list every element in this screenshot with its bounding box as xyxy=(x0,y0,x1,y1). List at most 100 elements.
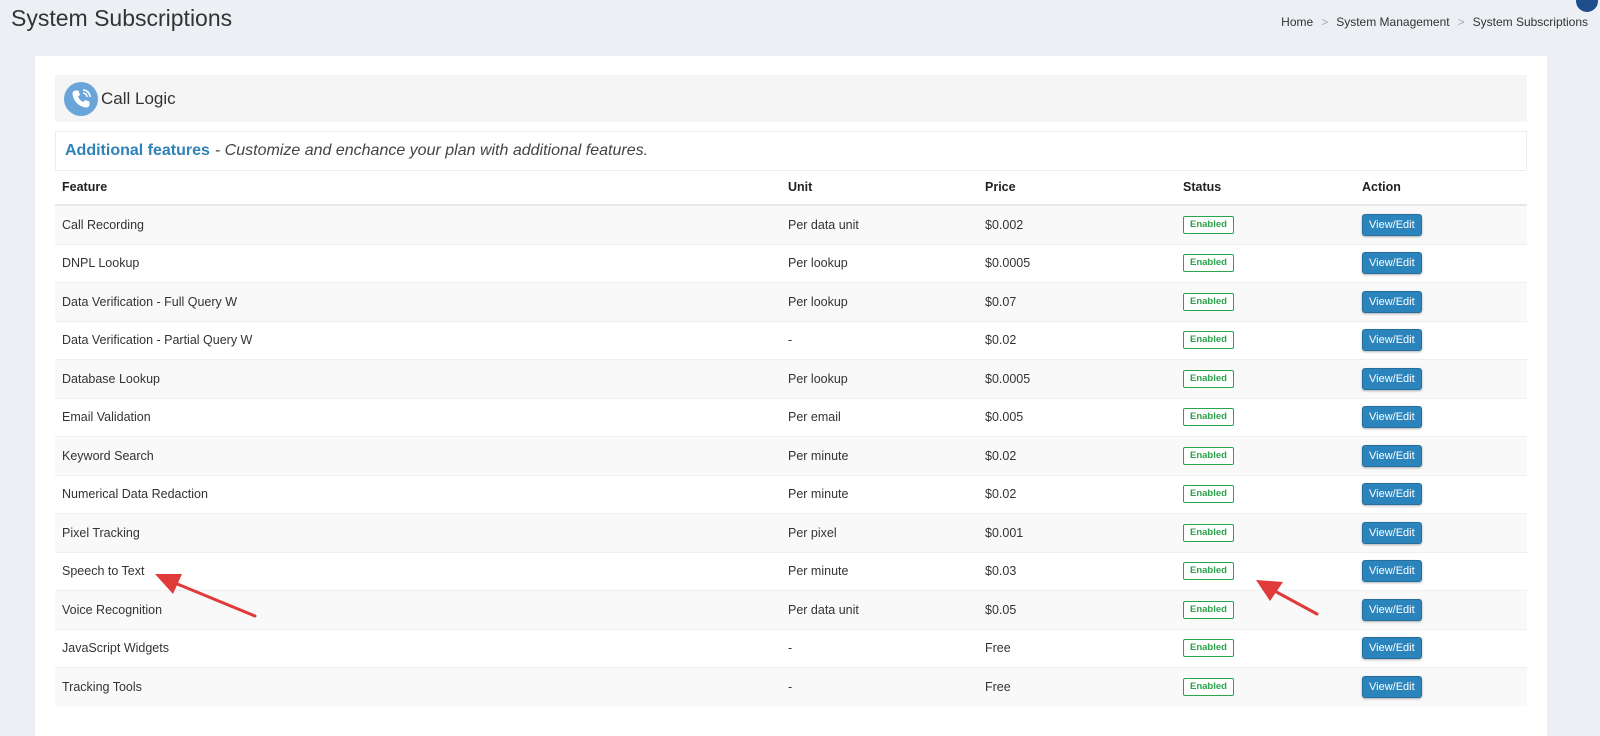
table-row: Pixel Tracking Per pixel $0.001 Enabled … xyxy=(55,513,1527,552)
column-header-feature: Feature xyxy=(55,170,781,206)
feature-price: Free xyxy=(978,667,1176,706)
subscriptions-panel: Call Logic Additional features - Customi… xyxy=(35,56,1547,736)
breadcrumb-current: System Subscriptions xyxy=(1472,15,1588,29)
table-header-row: Feature Unit Price Status Action xyxy=(55,170,1527,206)
breadcrumb-separator: > xyxy=(1321,15,1329,29)
product-header: Call Logic xyxy=(55,75,1527,122)
feature-name: Tracking Tools xyxy=(55,667,781,706)
column-header-unit: Unit xyxy=(781,170,978,206)
view-edit-button[interactable]: View/Edit xyxy=(1362,444,1422,467)
table-row: JavaScript Widgets - Free Enabled View/E… xyxy=(55,628,1527,668)
view-edit-button[interactable]: View/Edit xyxy=(1362,483,1422,506)
page-title: System Subscriptions xyxy=(11,5,233,31)
feature-price: $0.005 xyxy=(978,397,1176,437)
feature-name: Keyword Search xyxy=(55,436,781,475)
breadcrumb-home[interactable]: Home xyxy=(1281,15,1313,29)
feature-price: $0.03 xyxy=(978,551,1176,591)
view-edit-button[interactable]: View/Edit xyxy=(1362,406,1422,429)
feature-unit: Per lookup xyxy=(781,243,978,283)
status-badge: Enabled xyxy=(1183,408,1234,427)
breadcrumb: Home > System Management > System Subscr… xyxy=(1281,15,1588,29)
view-edit-button[interactable]: View/Edit xyxy=(1362,252,1422,275)
feature-price: $0.02 xyxy=(978,320,1176,360)
breadcrumb-system-management[interactable]: System Management xyxy=(1336,15,1449,29)
feature-unit: Per minute xyxy=(781,436,978,475)
feature-name: Numerical Data Redaction xyxy=(55,474,781,514)
table-row: DNPL Lookup Per lookup $0.0005 Enabled V… xyxy=(55,243,1527,283)
features-section-header: Additional features - Customize and ench… xyxy=(55,131,1527,171)
features-description: - Customize and enchance your plan with … xyxy=(214,142,649,159)
feature-name: JavaScript Widgets xyxy=(55,628,781,668)
status-badge: Enabled xyxy=(1183,215,1234,234)
breadcrumb-separator: > xyxy=(1457,15,1465,29)
view-edit-button[interactable]: View/Edit xyxy=(1362,521,1422,544)
view-edit-button[interactable]: View/Edit xyxy=(1362,213,1422,236)
view-edit-button[interactable]: View/Edit xyxy=(1362,560,1422,583)
column-header-action: Action xyxy=(1355,170,1527,206)
view-edit-button[interactable]: View/Edit xyxy=(1362,598,1422,621)
feature-unit: Per email xyxy=(781,397,978,437)
status-badge: Enabled xyxy=(1183,331,1234,350)
feature-price: Free xyxy=(978,628,1176,668)
feature-unit: Per lookup xyxy=(781,359,978,398)
table-row: Email Validation Per email $0.005 Enable… xyxy=(55,397,1527,437)
feature-name: Call Recording xyxy=(55,204,781,244)
feature-name: Data Verification - Full Query W xyxy=(55,282,781,321)
table-row: Speech to Text Per minute $0.03 Enabled … xyxy=(55,551,1527,591)
status-badge: Enabled xyxy=(1183,639,1234,658)
feature-unit: Per minute xyxy=(781,474,978,514)
status-badge: Enabled xyxy=(1183,369,1234,388)
feature-unit: Per data unit xyxy=(781,590,978,629)
feature-name: Database Lookup xyxy=(55,359,781,398)
status-badge: Enabled xyxy=(1183,600,1234,619)
feature-price: $0.0005 xyxy=(978,359,1176,398)
view-edit-button[interactable]: View/Edit xyxy=(1362,675,1422,698)
status-badge: Enabled xyxy=(1183,562,1234,581)
feature-unit: - xyxy=(781,628,978,668)
feature-name: Speech to Text xyxy=(55,551,781,591)
feature-price: $0.001 xyxy=(978,513,1176,552)
feature-name: Pixel Tracking xyxy=(55,513,781,552)
feature-name: Data Verification - Partial Query W xyxy=(55,320,781,360)
phone-icon xyxy=(64,81,98,116)
feature-price: $0.07 xyxy=(978,282,1176,321)
column-header-status: Status xyxy=(1176,170,1355,206)
feature-unit: - xyxy=(781,320,978,360)
feature-unit: Per pixel xyxy=(781,513,978,552)
view-edit-button[interactable]: View/Edit xyxy=(1362,290,1422,313)
table-row: Keyword Search Per minute $0.02 Enabled … xyxy=(55,436,1527,475)
feature-name: DNPL Lookup xyxy=(55,243,781,283)
column-header-price: Price xyxy=(978,170,1176,206)
feature-unit: Per lookup xyxy=(781,282,978,321)
table-row: Tracking Tools - Free Enabled View/Edit xyxy=(55,667,1527,706)
feature-price: $0.02 xyxy=(978,474,1176,514)
table-row: Data Verification - Full Query W Per loo… xyxy=(55,282,1527,321)
table-row: Numerical Data Redaction Per minute $0.0… xyxy=(55,474,1527,514)
feature-unit: - xyxy=(781,667,978,706)
table-row: Data Verification - Partial Query W - $0… xyxy=(55,320,1527,360)
product-name: Call Logic xyxy=(101,88,176,108)
status-badge: Enabled xyxy=(1183,446,1234,465)
table-row: Database Lookup Per lookup $0.0005 Enabl… xyxy=(55,359,1527,398)
status-badge: Enabled xyxy=(1183,292,1234,311)
status-badge: Enabled xyxy=(1183,523,1234,542)
view-edit-button[interactable]: View/Edit xyxy=(1362,329,1422,352)
status-badge: Enabled xyxy=(1183,677,1234,696)
notification-dot[interactable] xyxy=(1576,0,1598,12)
view-edit-button[interactable]: View/Edit xyxy=(1362,637,1422,660)
view-edit-button[interactable]: View/Edit xyxy=(1362,367,1422,390)
feature-name: Email Validation xyxy=(55,397,781,437)
features-table: Feature Unit Price Status Action Call Re… xyxy=(55,170,1527,706)
table-row: Call Recording Per data unit $0.002 Enab… xyxy=(55,204,1527,244)
features-title: Additional features xyxy=(65,142,210,159)
feature-price: $0.002 xyxy=(978,204,1176,244)
feature-price: $0.02 xyxy=(978,436,1176,475)
feature-name: Voice Recognition xyxy=(55,590,781,629)
feature-unit: Per data unit xyxy=(781,204,978,244)
status-badge: Enabled xyxy=(1183,254,1234,273)
table-row: Voice Recognition Per data unit $0.05 En… xyxy=(55,590,1527,629)
status-badge: Enabled xyxy=(1183,485,1234,504)
feature-price: $0.0005 xyxy=(978,243,1176,283)
feature-unit: Per minute xyxy=(781,551,978,591)
feature-price: $0.05 xyxy=(978,590,1176,629)
